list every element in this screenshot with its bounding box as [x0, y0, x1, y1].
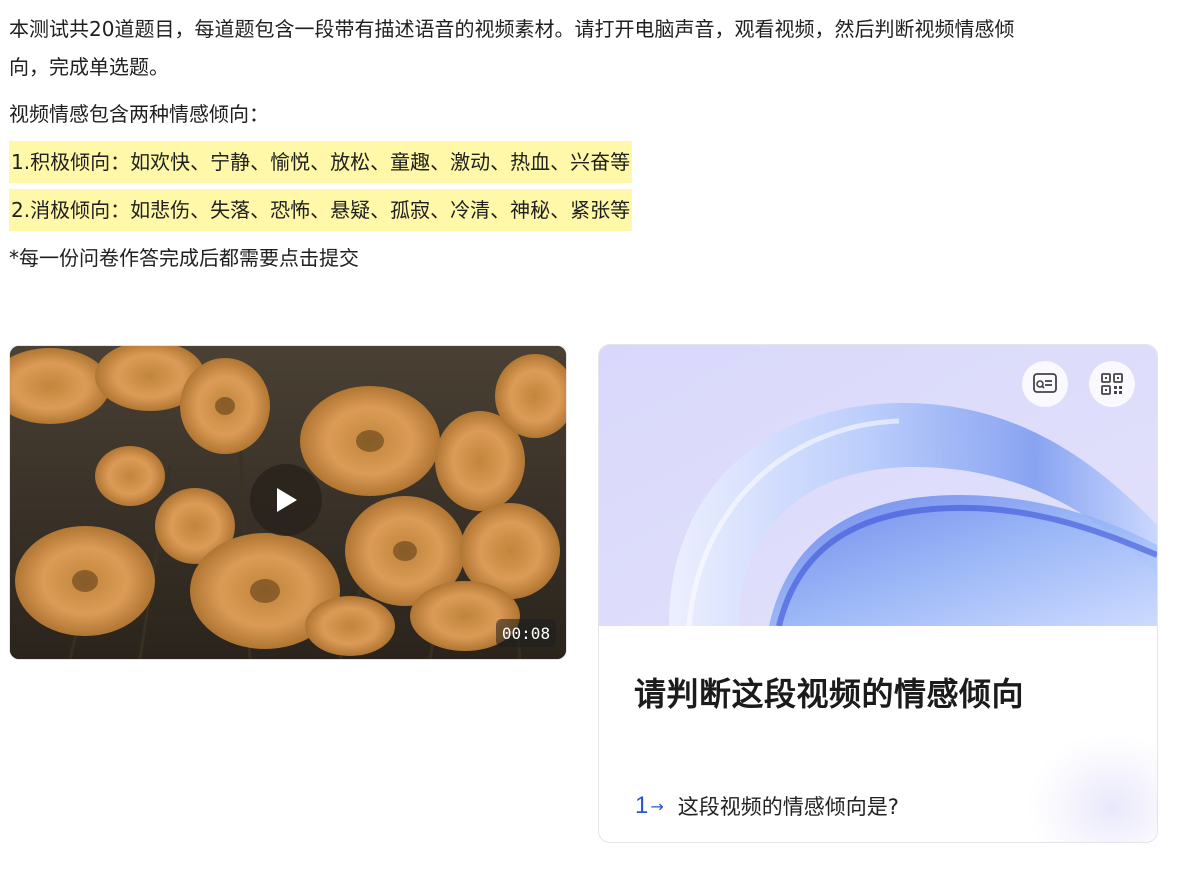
survey-intro: 本测试共20道题目，每道题包含一段带有描述语音的视频素材。请打开电脑声音，观看视… — [9, 10, 1159, 282]
survey-preview-button[interactable] — [1022, 361, 1068, 407]
positive-row: 1.积极倾向：如欢快、宁静、愉悦、放松、童趣、激动、热血、兴奋等 — [9, 138, 1159, 186]
intro-paragraph-1-line-1: 本测试共20道题目，每道题包含一段带有描述语音的视频素材。请打开电脑声音，观看视… — [9, 17, 1015, 41]
intro-paragraph-1-line-2: 向，完成单选题。 — [9, 55, 169, 79]
submit-note: *每一份问卷作答完成后都需要点击提交 — [9, 246, 359, 270]
play-icon — [277, 488, 297, 512]
question-text: 这段视频的情感倾向是? — [677, 795, 899, 819]
video-duration: 00:08 — [496, 619, 556, 647]
card-hero-image — [599, 345, 1157, 626]
negative-tendency-text: 2.消极倾向：如悲伤、失落、恐怖、悬疑、孤寂、冷清、神秘、紧张等 — [9, 189, 633, 231]
qr-code-icon — [1101, 373, 1123, 395]
question-1[interactable]: 1 → 这段视频的情感倾向是? — [635, 791, 899, 821]
negative-row: 2.消极倾向：如悲伤、失落、恐怖、悬疑、孤寂、冷清、神秘、紧张等 — [9, 186, 1159, 234]
survey-card: 请判断这段视频的情感倾向 1 → 这段视频的情感倾向是? — [598, 344, 1158, 843]
play-button[interactable] — [250, 464, 322, 536]
decorative-glow — [1027, 732, 1157, 842]
intro-paragraph-2: 视频情感包含两种情感倾向： — [9, 102, 269, 126]
qr-code-button[interactable] — [1089, 361, 1135, 407]
question-number: 1 — [635, 792, 649, 819]
intro-paragraph-1: 本测试共20道题目，每道题包含一段带有描述语音的视频素材。请打开电脑声音，观看视… — [9, 10, 1159, 86]
intro-paragraph-2-row: 视频情感包含两种情感倾向： — [9, 90, 1159, 138]
note-row: *每一份问卷作答完成后都需要点击提交 — [9, 234, 1159, 282]
survey-icon — [1033, 373, 1057, 393]
question-arrow-icon: → — [650, 796, 664, 816]
survey-title: 请判断这段视频的情感倾向 — [634, 675, 1025, 713]
positive-tendency-text: 1.积极倾向：如欢快、宁静、愉悦、放松、童趣、激动、热血、兴奋等 — [9, 141, 633, 183]
